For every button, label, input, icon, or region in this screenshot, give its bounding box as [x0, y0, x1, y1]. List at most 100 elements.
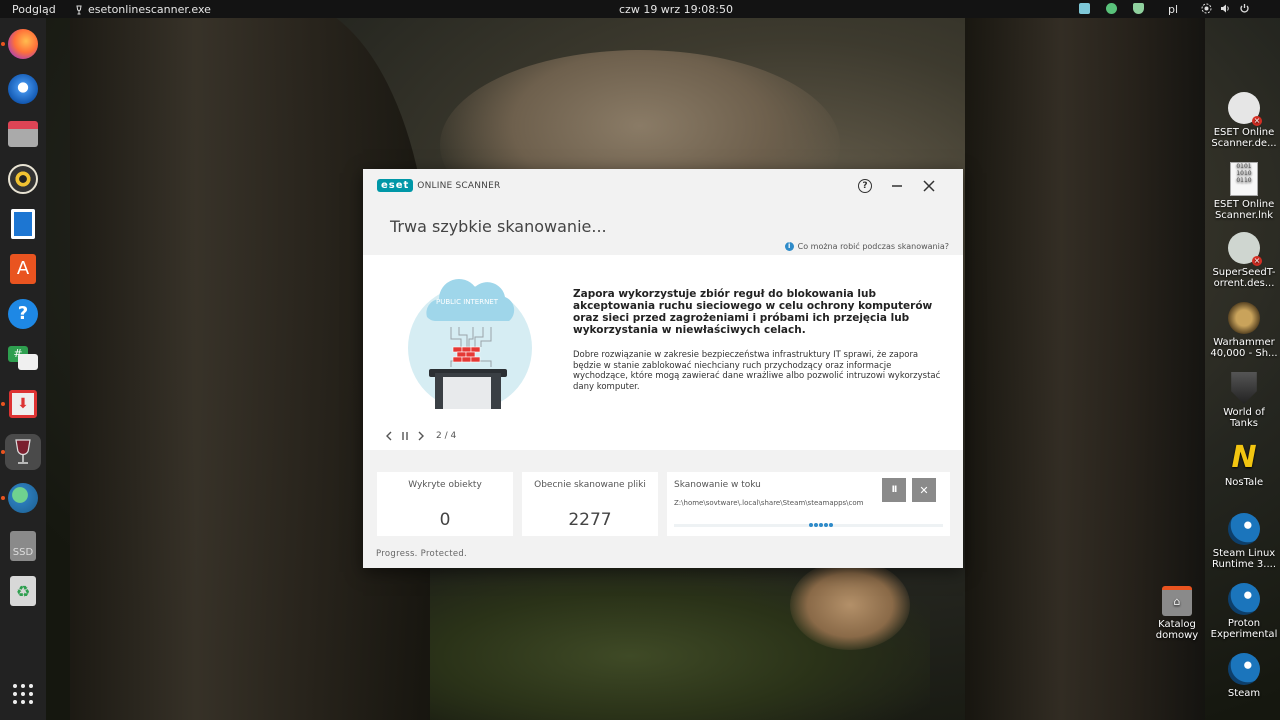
detected-objects-value: 0	[439, 510, 451, 530]
pause-scan-button[interactable]: II	[882, 478, 906, 502]
prev-tip-button[interactable]	[385, 431, 393, 441]
help-button[interactable]: ?	[856, 177, 874, 195]
trash-icon: ♻	[10, 576, 36, 606]
volume-icon	[1221, 4, 1229, 13]
home-folder-icon: ⌂	[1162, 586, 1192, 616]
show-apps-button[interactable]	[5, 676, 41, 712]
chat-icon: #	[8, 346, 38, 372]
scan-current-path: Z:\home\sovtware\.local\share\Steam\stea…	[674, 499, 864, 507]
desktop-icon-steam-runtime[interactable]: Steam Linux Runtime 3....	[1208, 513, 1280, 570]
scanned-files-value: 2277	[568, 510, 612, 530]
app-center-icon: A	[10, 254, 36, 284]
dock-installer[interactable]: ⬇	[5, 386, 41, 422]
lnk-file-icon: 0101 1010 0110	[1230, 162, 1258, 196]
dock-files[interactable]	[5, 116, 41, 152]
stop-scan-button[interactable]: ✕	[912, 478, 936, 502]
desktop-icon-nostale[interactable]: N NosTale	[1208, 440, 1280, 489]
dock-thunderbird[interactable]	[5, 71, 41, 107]
dock-chat[interactable]: #	[5, 341, 41, 377]
dock-help[interactable]: ?	[5, 296, 41, 332]
steam-icon	[1228, 653, 1260, 685]
steam-icon	[1228, 513, 1260, 545]
scan-activity-indicator	[809, 523, 833, 527]
ssd-icon: SSD	[10, 531, 36, 561]
pause-tips-button[interactable]	[401, 431, 409, 441]
close-icon	[923, 180, 935, 192]
eset-logo: eset ONLINE SCANNER	[377, 179, 500, 192]
info-icon: i	[784, 242, 794, 251]
tip-heading: Zapora wykorzystuje zbiór reguł do bloko…	[573, 288, 933, 336]
dock-app-center[interactable]: A	[5, 251, 41, 287]
torrent-shortcut-icon: ×	[1228, 232, 1262, 266]
dock-wine[interactable]	[5, 434, 41, 470]
scan-progress-card: Skanowanie w toku Z:\home\sovtware\.loca…	[667, 472, 950, 536]
next-tip-button[interactable]	[417, 431, 425, 441]
detected-objects-label: Wykryte obiekty	[408, 480, 482, 490]
wine-icon	[15, 439, 31, 464]
dock-globe[interactable]	[5, 480, 41, 516]
clock[interactable]: czw 19 wrz 19:08:50	[619, 3, 733, 16]
tip-carousel-controls: 2 / 4	[385, 431, 456, 441]
steam-icon	[1228, 583, 1260, 615]
tanks-icon	[1231, 372, 1257, 404]
firefox-icon	[8, 29, 38, 59]
firewall-illustration: PUBLIC INTERNET	[408, 279, 532, 409]
thunderbird-icon	[8, 74, 38, 104]
desktop-icon-home-folder[interactable]: ⌂ Katalog domowy	[1141, 583, 1213, 641]
tray-app-icon[interactable]	[1079, 3, 1090, 14]
desktop-icon-eset-shortcut[interactable]: × ESET Online Scanner.de...	[1208, 92, 1280, 149]
dock: A ? # ⬇ SSD ♻	[0, 18, 46, 720]
scanned-files-label: Obecnie skanowane pliki	[534, 480, 646, 490]
eset-header: eset ONLINE SCANNER ? Trwa szybkie skano…	[363, 169, 963, 255]
wine-glass-icon	[76, 5, 82, 14]
eset-logo-subtitle: ONLINE SCANNER	[417, 180, 501, 191]
dock-firefox[interactable]	[5, 26, 41, 62]
desktop-icon-proton[interactable]: Proton Experimental	[1208, 583, 1280, 640]
pause-icon: II	[891, 485, 898, 495]
stop-icon: ✕	[919, 483, 929, 497]
eset-shortcut-icon: ×	[1228, 92, 1262, 126]
illustration-label: PUBLIC INTERNET	[436, 298, 499, 306]
eset-tagline: Progress. Protected.	[376, 549, 468, 559]
app-menu[interactable]: esetonlinescanner.exe	[74, 3, 211, 16]
dock-writer[interactable]	[5, 206, 41, 242]
tip-pager: 2 / 4	[436, 431, 457, 441]
eset-window: eset ONLINE SCANNER ? Trwa szybkie skano…	[363, 169, 963, 568]
eset-logo-mark: eset	[377, 179, 414, 192]
power-icon	[1240, 4, 1249, 13]
nostale-icon: N	[1231, 440, 1257, 475]
close-button[interactable]	[920, 177, 938, 195]
dock-trash[interactable]: ♻	[5, 573, 41, 609]
scan-hint-text: Co można robić podczas skanowania?	[797, 242, 949, 251]
system-tray	[1079, 3, 1144, 14]
globe-icon	[8, 483, 38, 513]
warhammer-icon	[1228, 302, 1260, 334]
scan-title: Trwa szybkie skanowanie...	[390, 217, 607, 236]
detected-objects-card: Wykryte obiekty 0	[377, 472, 513, 536]
help-icon: ?	[8, 299, 38, 329]
tip-panel: PUBLIC INTERNET Zapora wykorzystuje zbió…	[363, 255, 963, 450]
desktop-icon-superseed[interactable]: × SuperSeedT-orrent.des...	[1208, 232, 1280, 289]
desktop-icon-warhammer[interactable]: Warhammer 40,000 - Sh...	[1208, 302, 1280, 359]
scan-progress-label: Skanowanie w toku	[674, 480, 761, 490]
language-indicator[interactable]: pl	[1168, 3, 1178, 16]
desktop-icon-world-of-tanks[interactable]: World of Tanks	[1208, 372, 1280, 429]
system-menu[interactable]	[1201, 3, 1250, 14]
scan-stats: Wykryte obiekty 0 Obecnie skanowane plik…	[363, 450, 963, 568]
network-icon	[1201, 3, 1212, 14]
scan-hint-link[interactable]: i Co można robić podczas skanowania?	[784, 242, 949, 251]
desktop-icon-steam[interactable]: Steam	[1208, 653, 1280, 699]
dock-rhythmbox[interactable]	[5, 161, 41, 197]
tip-body: Dobre rozwiązanie w zakresie bezpieczeńs…	[573, 350, 941, 392]
help-icon: ?	[858, 179, 872, 193]
rhythmbox-icon	[8, 164, 38, 194]
tray-shield-icon[interactable]	[1133, 3, 1144, 14]
dock-ssd[interactable]: SSD	[5, 528, 41, 564]
desktop-icon-eset-lnk[interactable]: 0101 1010 0110 ESET Online Scanner.lnk	[1208, 162, 1280, 221]
activities-button[interactable]: Podgląd	[12, 3, 56, 16]
writer-icon	[11, 209, 35, 239]
tray-steam-icon[interactable]	[1106, 3, 1117, 14]
files-icon	[8, 121, 38, 147]
scanned-files-card: Obecnie skanowane pliki 2277	[522, 472, 658, 536]
minimize-button[interactable]	[888, 177, 906, 195]
